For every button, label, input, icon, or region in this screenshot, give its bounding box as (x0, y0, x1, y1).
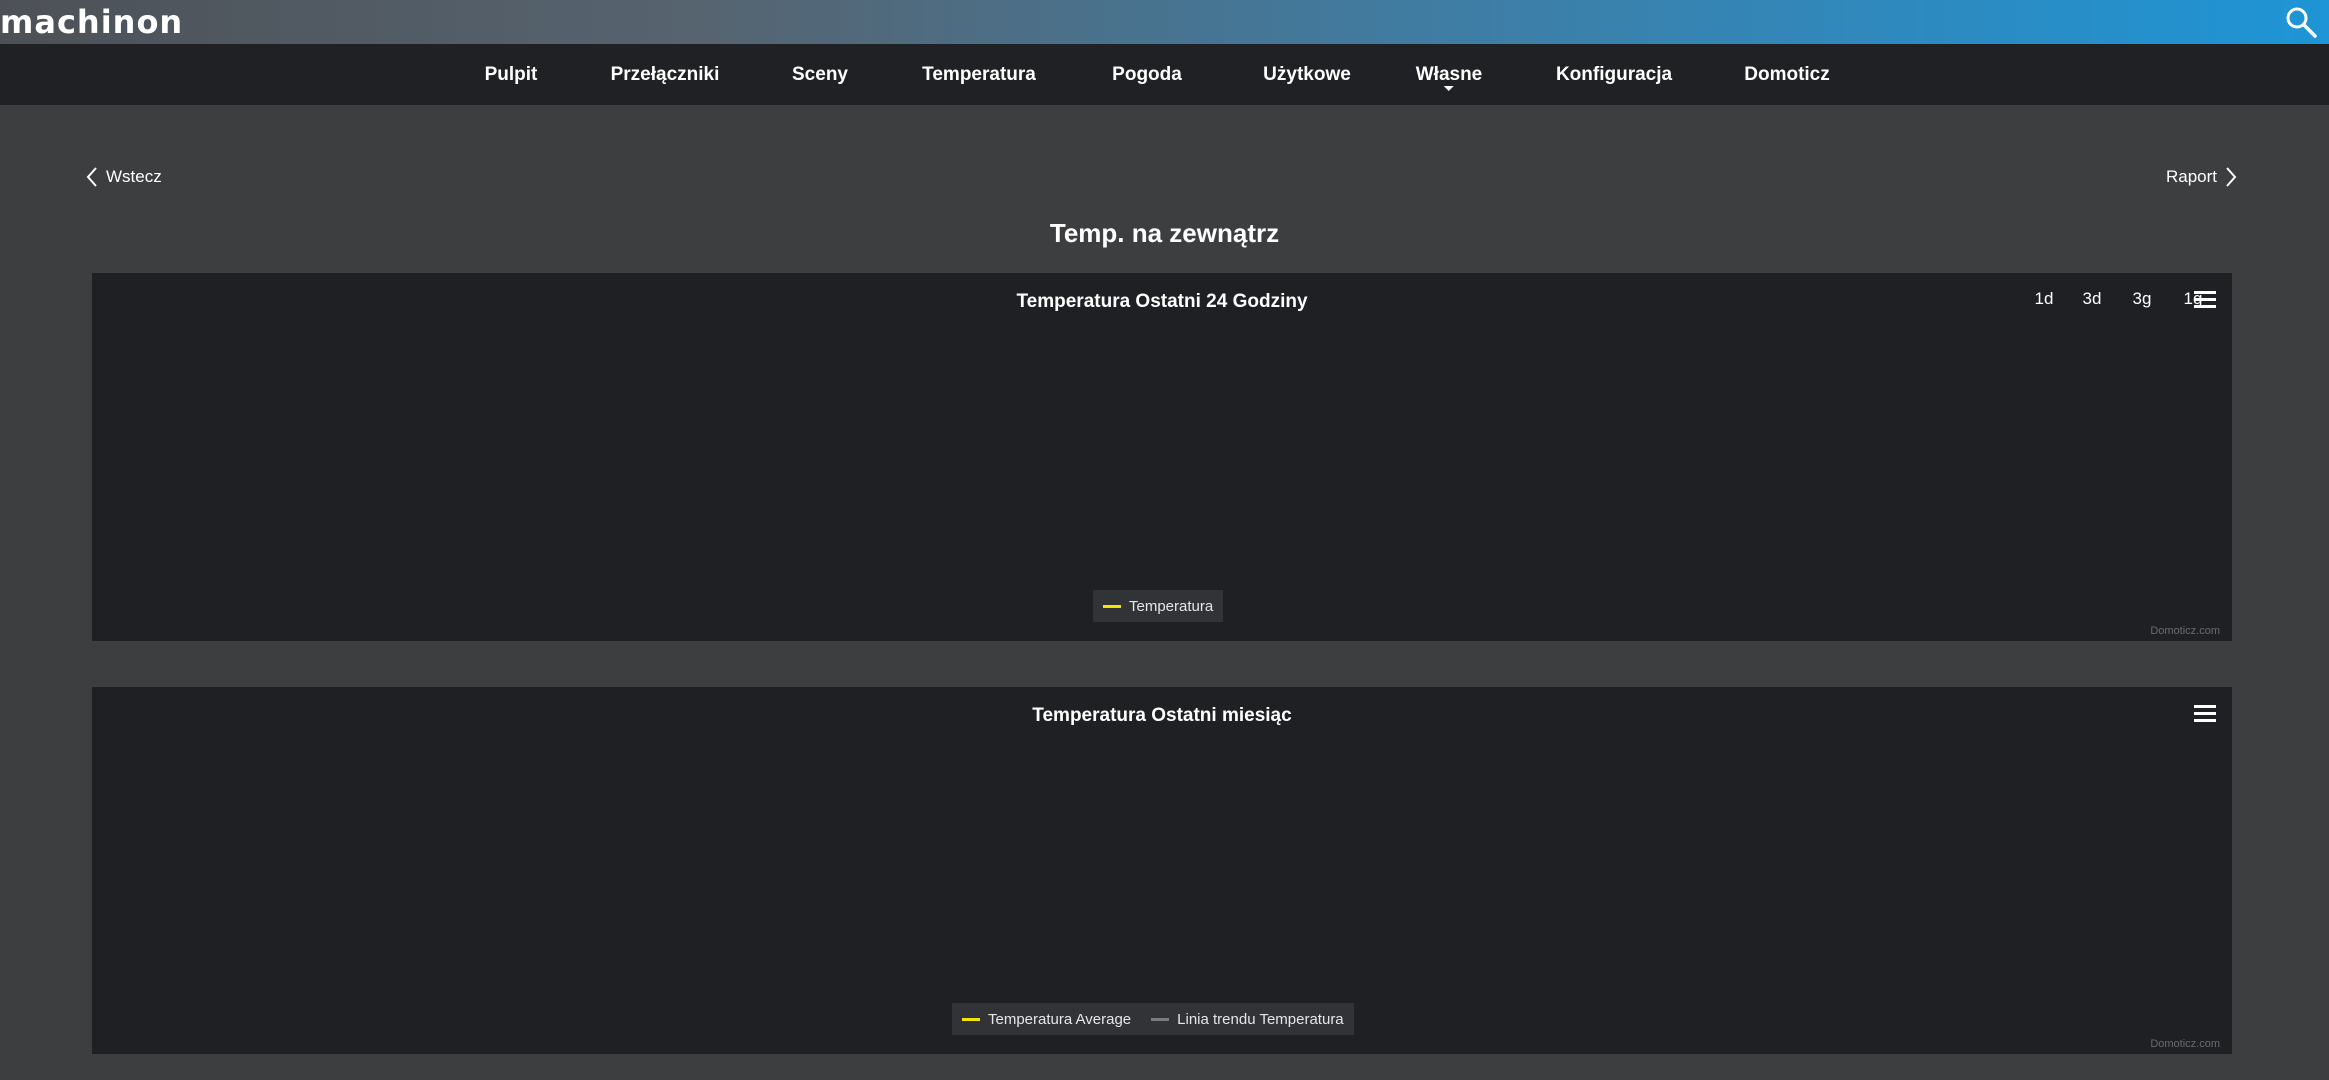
range-button-3g[interactable]: 3g (2127, 289, 2157, 309)
chart-legend: Temperatura (1093, 590, 1224, 622)
report-label: Raport (2165, 167, 2217, 186)
legend-label: Temperatura (1129, 597, 1214, 615)
report-link[interactable]: Raport (2166, 166, 2237, 188)
chevron-right-icon (2226, 167, 2237, 187)
nav-item-wlasne-label: Własne (1415, 64, 1483, 85)
nav-item-domoticz[interactable]: Domoticz (1744, 44, 1830, 105)
legend-item-linia-trendu[interactable]: Linia trendu Temperatura (1151, 1011, 1344, 1028)
legend-swatch-icon (1151, 1017, 1170, 1021)
legend-swatch-icon (962, 1017, 980, 1021)
nav-item-pulpit[interactable]: Pulpit (485, 44, 538, 105)
nav-item-konfiguracja[interactable]: Konfiguracja (1556, 44, 1672, 105)
nav-item-sceny[interactable]: Sceny (792, 44, 848, 105)
chart-credits-link[interactable]: Domoticz.com (2150, 1038, 2220, 1050)
chart-menu-icon[interactable] (2194, 705, 2216, 723)
chevron-left-icon (86, 167, 97, 187)
legend-item-temperatura-average[interactable]: Temperatura Average (962, 1011, 1131, 1028)
legend-swatch-icon (1103, 604, 1121, 608)
legend-label: Temperatura Average (988, 1010, 1132, 1028)
top-header-bar: machinon (0, 0, 2329, 44)
nav-item-przelaczniki[interactable]: Przełączniki (611, 44, 720, 105)
chart-panel-month: Temperatura Ostatni miesiąc Temperatura … (92, 687, 2232, 1054)
chart-panel-24h: Temperatura Ostatni 24 Godziny 3d 1d 3g … (92, 273, 2232, 641)
machinon-logo[interactable]: machinon (0, 2, 183, 42)
nav-item-temperatura[interactable]: Temperatura (922, 44, 1036, 105)
range-button-3d[interactable]: 3d (2077, 289, 2107, 309)
range-button-1d[interactable]: 1d (2029, 289, 2059, 309)
legend-item-temperatura[interactable]: Temperatura (1103, 598, 1213, 615)
legend-label: Linia trendu Temperatura (1177, 1010, 1344, 1028)
chart-credits-link[interactable]: Domoticz.com (2150, 625, 2220, 637)
search-icon[interactable] (2283, 4, 2319, 40)
chart-menu-icon[interactable] (2194, 291, 2216, 309)
page-title: Temp. na zewnątrz (1049, 218, 1280, 248)
nav-item-pogoda[interactable]: Pogoda (1112, 44, 1182, 105)
back-link[interactable]: Wstecz (86, 166, 162, 188)
nav-item-wlasne[interactable]: Własne (1415, 44, 1483, 105)
main-navigation: Pulpit Przełączniki Sceny Temperatura Po… (0, 44, 2329, 105)
nav-item-uzytkowe[interactable]: Użytkowe (1263, 44, 1351, 105)
chart-legend: Temperatura Average Linia trendu Tempera… (952, 1003, 1354, 1035)
back-label: Wstecz (106, 167, 162, 186)
chart-title: Temperatura Ostatni 24 Godziny (1016, 291, 1308, 312)
chart-title: Temperatura Ostatni miesiąc (1032, 705, 1292, 726)
caret-down-icon (1444, 86, 1454, 91)
